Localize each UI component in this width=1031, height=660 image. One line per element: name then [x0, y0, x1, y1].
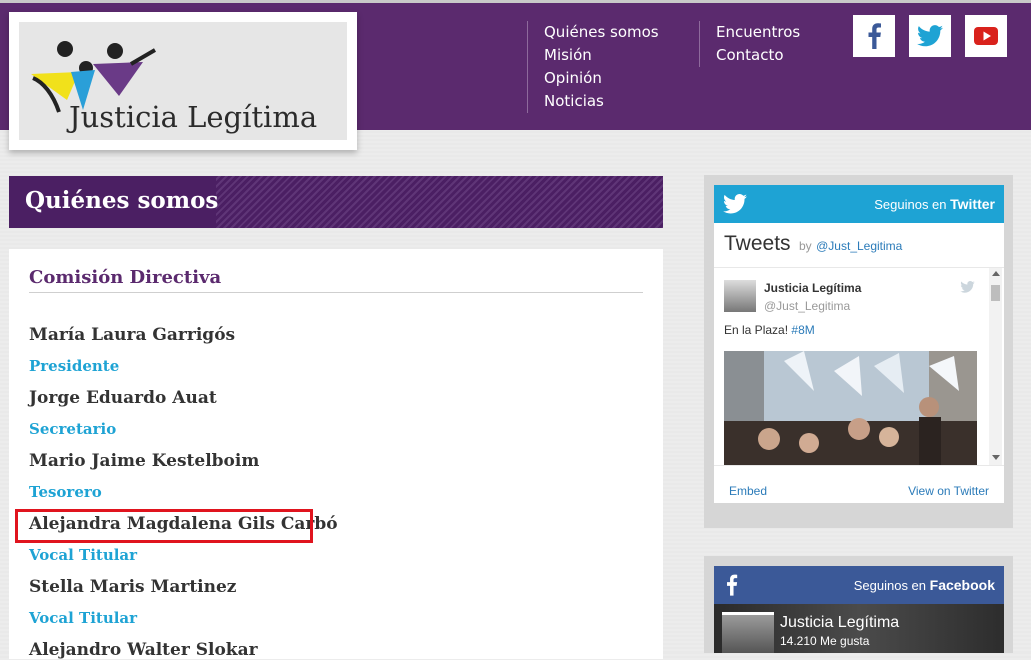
scroll-up-icon[interactable]: [992, 271, 1000, 276]
tweet-avatar[interactable]: [724, 280, 756, 312]
member-name: Mario Jaime Kestelboim: [29, 451, 260, 471]
member-role: Vocal Titular: [29, 609, 138, 627]
follow-brand: Twitter: [950, 196, 995, 212]
member-role: Presidente: [29, 357, 120, 375]
facebook-widget-box: Seguinos en Facebook Justicia Legítima 1…: [704, 556, 1013, 653]
embed-link[interactable]: Embed: [729, 484, 767, 498]
main-nav: Quiénes somos Misión Opinión Noticias: [527, 21, 659, 113]
tweet-bird-icon: [960, 281, 975, 293]
nav-encuentros[interactable]: Encuentros: [716, 21, 800, 44]
logo[interactable]: Justicia Legítima: [9, 12, 357, 150]
nav-mision[interactable]: Misión: [544, 44, 659, 67]
timeline-title: Tweets: [724, 232, 791, 255]
divider: [29, 292, 643, 293]
highlight-box: [15, 509, 313, 543]
nav-opinion[interactable]: Opinión: [544, 67, 659, 90]
view-on-twitter-link[interactable]: View on Twitter: [908, 484, 989, 498]
twitter-link[interactable]: [909, 15, 951, 57]
member-role: Vocal Titular: [29, 546, 138, 564]
facebook-widget-header[interactable]: Seguinos en Facebook: [714, 566, 1004, 604]
content-panel: Comisión Directiva María Laura Garrigós …: [9, 249, 663, 660]
fb-follow-prefix: Seguinos en: [853, 578, 927, 593]
follow-prefix: Seguinos en: [874, 197, 947, 212]
logo-background: Justicia Legítima: [19, 22, 347, 140]
twitter-icon: [917, 25, 943, 47]
youtube-icon: [974, 27, 998, 45]
fb-page-name[interactable]: Justicia Legítima: [780, 614, 899, 632]
facebook-f-icon: [727, 574, 738, 596]
twitter-widget-box: Seguinos en Twitter Tweets by @Just_Legi…: [704, 175, 1013, 528]
fb-likes-count: 14.210 Me gusta: [780, 634, 870, 648]
timeline-scrollbar[interactable]: [989, 268, 1002, 465]
fb-follow-brand: Facebook: [929, 577, 995, 593]
member-name: María Laura Garrigós: [29, 325, 236, 345]
nav-contacto[interactable]: Contacto: [716, 44, 800, 67]
member-name: Alejandro Walter Slokar: [29, 640, 258, 660]
tweet-handle[interactable]: @Just_Legitima: [764, 299, 850, 313]
fb-page-avatar[interactable]: [722, 612, 774, 653]
facebook-icon: [868, 23, 881, 49]
facebook-page-plugin[interactable]: Justicia Legítima 14.210 Me gusta: [714, 604, 1004, 653]
nav-noticias[interactable]: Noticias: [544, 90, 659, 113]
scroll-thumb[interactable]: [991, 285, 1000, 301]
nav-quienes-somos[interactable]: Quiénes somos: [544, 21, 659, 44]
tweet-list: Justicia Legítima @Just_Legitima En la P…: [714, 268, 1004, 465]
member-role: Secretario: [29, 420, 117, 438]
page-title: Quiénes somos: [25, 187, 219, 214]
member-name: Jorge Eduardo Auat: [29, 388, 217, 408]
member-name: Stella Maris Martinez: [29, 577, 237, 597]
content-subtitle: Comisión Directiva: [29, 267, 222, 288]
youtube-link[interactable]: [965, 15, 1007, 57]
member-role: Tesorero: [29, 483, 102, 501]
facebook-link[interactable]: [853, 15, 895, 57]
twitter-timeline: Tweets by @Just_Legitima Justicia Legíti…: [714, 223, 1004, 503]
tweet-text: En la Plaza! #8M: [724, 323, 815, 337]
tweet-author[interactable]: Justicia Legítima: [764, 281, 861, 295]
secondary-nav: Encuentros Contacto: [699, 21, 800, 67]
logo-text: Justicia Legítima: [69, 100, 318, 134]
scroll-down-icon[interactable]: [992, 455, 1000, 460]
by-label: by: [798, 239, 812, 253]
tweet-photo[interactable]: [724, 351, 977, 465]
hashtag-link[interactable]: #8M: [791, 323, 814, 337]
twitter-bird-icon: [723, 194, 747, 214]
section-title-bar: Quiénes somos: [9, 176, 663, 228]
handle-link[interactable]: @Just_Legitima: [816, 239, 902, 253]
twitter-widget-header[interactable]: Seguinos en Twitter: [714, 185, 1004, 223]
